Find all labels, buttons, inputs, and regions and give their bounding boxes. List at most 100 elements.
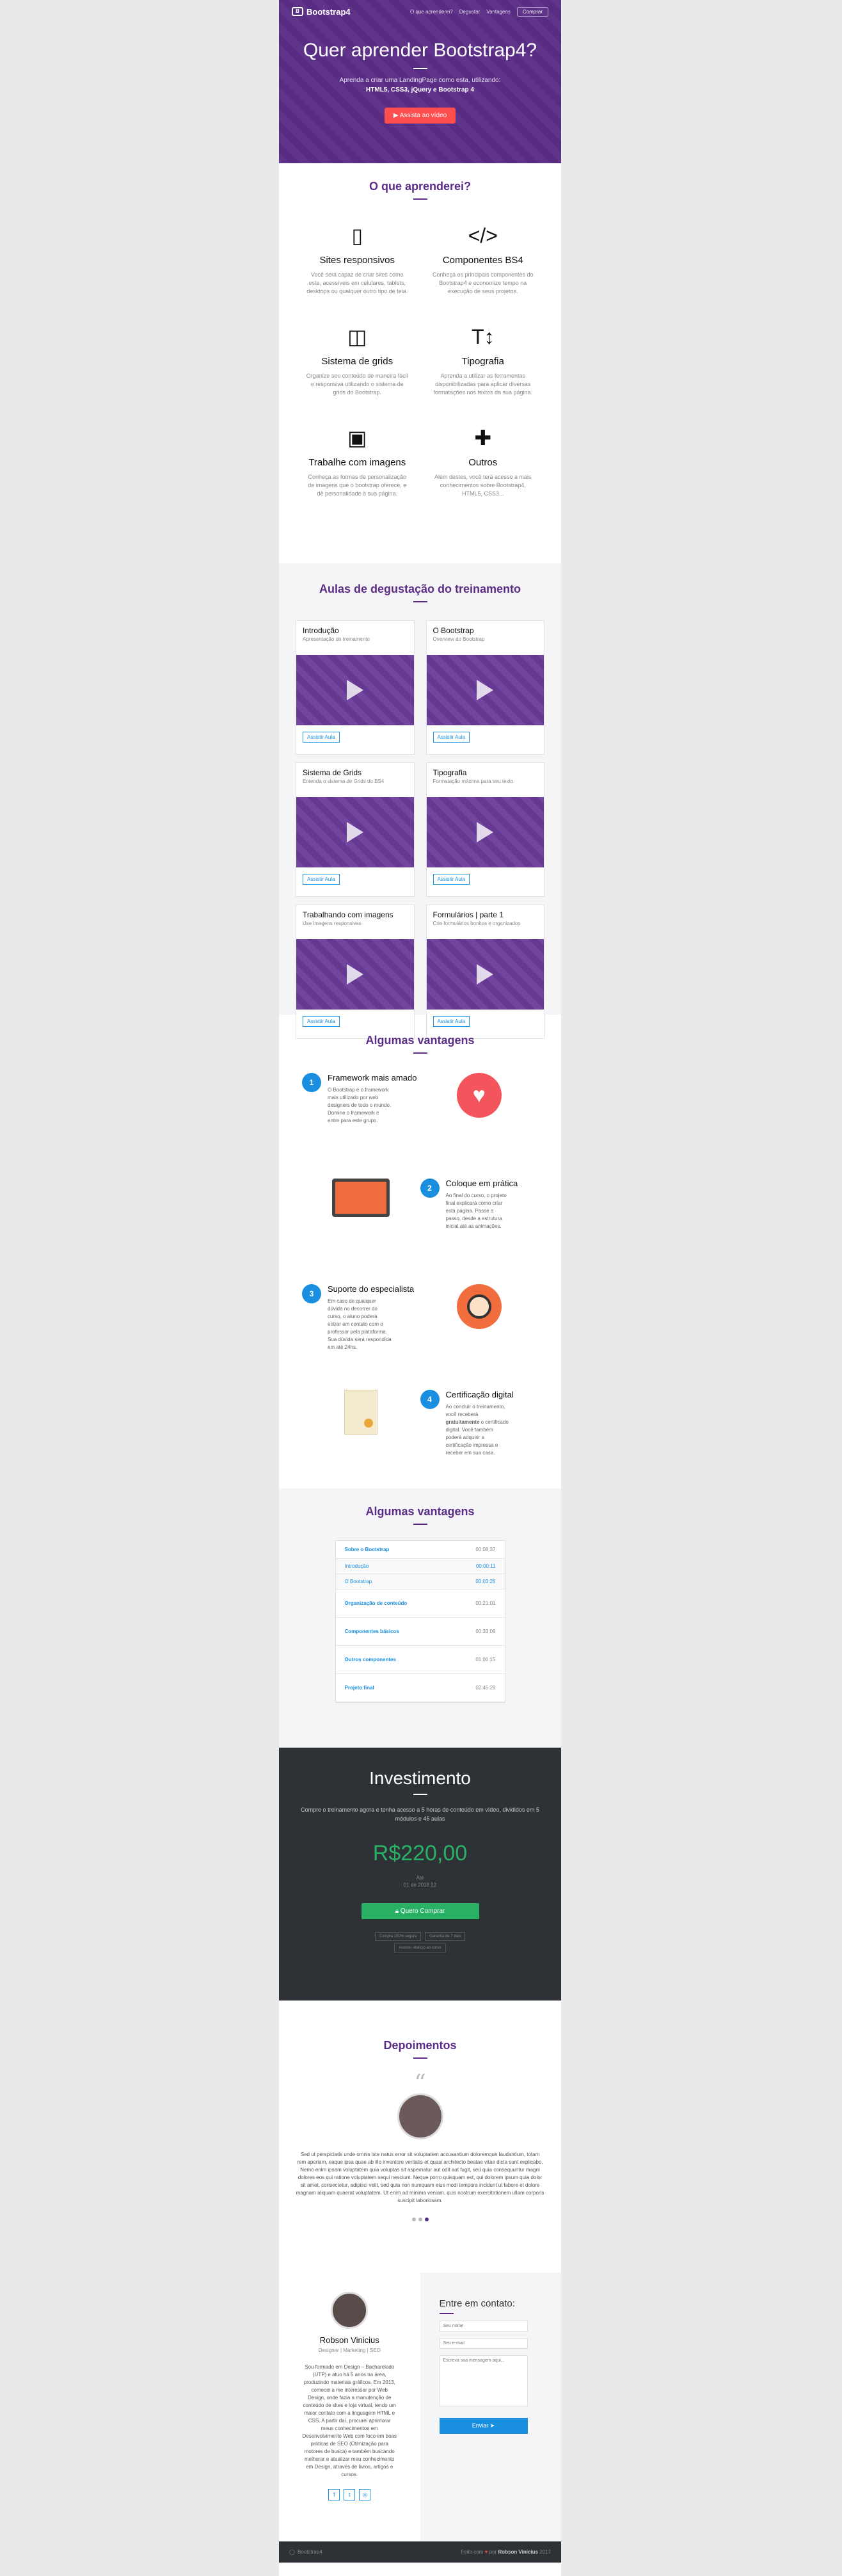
hero-title: Quer aprender Bootstrap4? <box>303 40 537 61</box>
message-field[interactable] <box>439 2355 528 2406</box>
certificate-icon <box>344 1390 378 1435</box>
bootstrap-logo-icon: ◯ <box>289 2549 295 2555</box>
course-subtitle: Use imagens responsivas <box>303 921 361 926</box>
credit-author[interactable]: Robson Vinicius <box>498 2549 538 2555</box>
instagram-icon[interactable]: ◎ <box>359 2489 371 2500</box>
course-grid: Introdução Apresentação do treinamento A… <box>279 602 561 1039</box>
lesson-duration: 00:03:26 <box>475 1579 496 1584</box>
trust-badges-row-2: Acesso vitalício ao curso <box>279 1944 561 1952</box>
module-title: Projeto final <box>344 1685 374 1691</box>
footer-logo-text: Bootstrap4 <box>297 2549 322 2555</box>
lock-icon: 🔒︎ <box>395 1908 399 1915</box>
laptop-icon <box>332 1179 390 1217</box>
footer-credit: Feito com ♥ por Robson Vinicius 2017 <box>461 2549 551 2555</box>
learn-item: ▣ Trabalhe com imagens Conheça as formas… <box>301 425 414 515</box>
hero-section: B Bootstrap4 O que aprenderei? Degustar … <box>279 0 561 163</box>
watch-lesson-button[interactable]: Assistir Aula <box>303 732 340 743</box>
course-subtitle: Crie formulários bonitos e organizados <box>433 921 521 926</box>
landing-page: B Bootstrap4 O que aprenderei? Degustar … <box>279 0 561 2576</box>
watch-lesson-button[interactable]: Assistir Aula <box>433 1016 470 1027</box>
nav-buy-button[interactable]: Comprar <box>516 6 548 17</box>
facebook-icon[interactable]: f <box>328 2489 340 2500</box>
advantage-image: ♥ <box>420 1073 539 1118</box>
syllabus-module-row[interactable]: Sobre o Bootstrap 00:08:37 <box>335 1541 505 1559</box>
syllabus-module-row[interactable]: Projeto final 02:45:29 <box>335 1674 505 1702</box>
module-duration: 00:08:37 <box>475 1547 496 1552</box>
pricing-section: Investimento Compre o treinamento agora … <box>279 1748 561 2000</box>
advantage-number: 1 <box>302 1073 321 1092</box>
pricing-title: Investimento <box>369 1768 471 1788</box>
send-button[interactable]: Enviar ➤ <box>439 2418 528 2434</box>
carousel-dot-active[interactable] <box>424 2218 429 2221</box>
name-field[interactable] <box>439 2321 528 2331</box>
learn-section: O que aprenderei? ▯ Sites responsivos Vo… <box>279 163 561 563</box>
footer: ◯ Bootstrap4 Feito com ♥ por Robson Vini… <box>279 2541 561 2563</box>
module-title: Outros componentes <box>344 1657 396 1662</box>
watch-lesson-button[interactable]: Assistir Aula <box>433 874 470 885</box>
module-title: Componentes básicos <box>344 1629 399 1634</box>
courses-section: Aulas de degustação do treinamento Intro… <box>279 563 561 1039</box>
buy-button[interactable]: 🔒︎ Quero Comprar <box>361 1903 479 1919</box>
brand[interactable]: B Bootstrap4 <box>292 7 351 17</box>
course-card: Tipografia Formatação máxima para seu te… <box>425 762 544 897</box>
course-subtitle: Overview do Bootstrap <box>433 636 485 642</box>
text-height-icon: T↕ <box>471 325 495 348</box>
learn-item: ▯ Sites responsivos Você será capaz de c… <box>301 223 414 312</box>
advantage-image <box>302 1179 420 1217</box>
learn-grid: ▯ Sites responsivos Você será capaz de c… <box>279 200 561 515</box>
course-title: Trabalhando com imagens <box>303 910 393 919</box>
course-card: Formulários | parte 1 Crie formulários b… <box>425 905 544 1039</box>
lesson-title: Introdução <box>344 1563 369 1569</box>
play-icon <box>346 822 363 842</box>
learn-item-title: Componentes BS4 <box>442 255 523 266</box>
module-duration: 02:45:29 <box>475 1685 496 1691</box>
nav-links: O que aprenderei? Degustar Vantagens Com… <box>410 6 548 17</box>
footer-logo[interactable]: ◯ Bootstrap4 <box>289 2549 322 2555</box>
syllabus-module-row[interactable]: Componentes básicos 00:33:09 <box>335 1618 505 1646</box>
mobile-icon: ▯ <box>351 224 363 247</box>
email-field[interactable] <box>439 2338 528 2349</box>
watch-lesson-button[interactable]: Assistir Aula <box>303 1016 340 1027</box>
syllabus-divider <box>413 1524 427 1525</box>
course-card: Sistema de Grids Entenda o sistema de Gr… <box>296 762 415 897</box>
nav-link-taste[interactable]: Degustar <box>459 9 480 15</box>
author-card: Robson Vinicius Designer | Marketing | S… <box>279 2273 420 2541</box>
module-duration: 00:21:01 <box>475 1600 496 1606</box>
syllabus-title: Algumas vantagens <box>365 1505 475 1518</box>
nav-link-learn[interactable]: O que aprenderei? <box>410 9 453 15</box>
advantage-number: 2 <box>420 1179 440 1198</box>
testimonial-avatar <box>397 2093 443 2139</box>
video-thumbnail[interactable] <box>296 655 414 725</box>
course-card: O Bootstrap Overview do Bootstrap Assist… <box>425 620 544 755</box>
testimonials-section: Depoimentos “ Sed ut perspiciatis unde o… <box>279 2000 561 2273</box>
syllabus-module-row[interactable]: Organização de conteúdo 00:21:01 <box>335 1590 505 1618</box>
video-thumbnail[interactable] <box>426 797 544 867</box>
syllabus-lesson-row[interactable]: O Bootstrap 00:03:26 <box>335 1574 505 1590</box>
syllabus-module-row[interactable]: Outros componentes 01:00:15 <box>335 1646 505 1674</box>
nav-link-advantages[interactable]: Vantagens <box>486 9 511 15</box>
advantage-row: 4 Certificação digital Ao concluir o tre… <box>302 1390 538 1495</box>
twitter-icon[interactable]: t <box>344 2489 356 2500</box>
play-icon <box>477 680 494 700</box>
advantage-title: Coloque em prática <box>445 1179 518 1188</box>
video-thumbnail[interactable] <box>426 939 544 1010</box>
lesson-duration: 00:00:11 <box>475 1563 496 1569</box>
watch-video-button[interactable]: ▶ Assista ao vídeo <box>384 108 456 124</box>
syllabus-lesson-row[interactable]: Introdução 00:00:11 <box>335 1559 505 1574</box>
module-duration: 00:33:09 <box>475 1629 496 1634</box>
syllabus-table: Sobre o Bootstrap 00:08:37 Introdução 00… <box>335 1540 505 1703</box>
watch-lesson-button[interactable]: Assistir Aula <box>433 732 470 743</box>
advantage-title: Framework mais amado <box>328 1073 417 1083</box>
learn-item-title: Tipografia <box>461 356 504 367</box>
paper-plane-icon: ➤ <box>489 2422 495 2429</box>
play-icon <box>477 822 494 842</box>
video-thumbnail[interactable] <box>426 655 544 725</box>
watch-lesson-button[interactable]: Assistir Aula <box>303 874 340 885</box>
carousel-dot[interactable] <box>411 2218 416 2221</box>
video-thumbnail[interactable] <box>296 797 414 867</box>
play-icon <box>477 964 494 985</box>
learn-item-text: Aprenda a utilizar as ferramentas dispon… <box>433 373 533 396</box>
course-title: Introdução <box>303 626 339 635</box>
carousel-dot[interactable] <box>418 2218 422 2221</box>
video-thumbnail[interactable] <box>296 939 414 1010</box>
